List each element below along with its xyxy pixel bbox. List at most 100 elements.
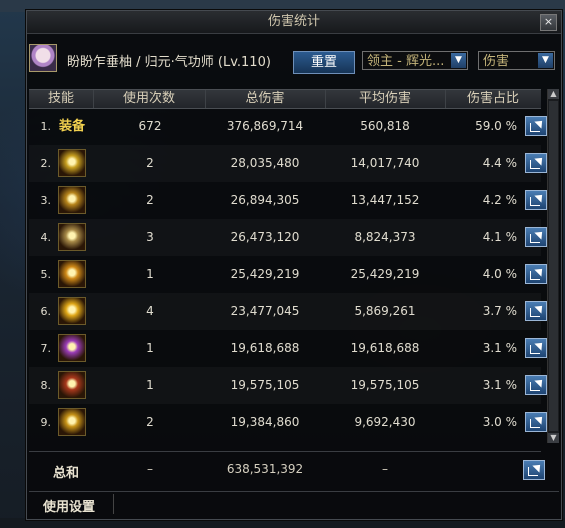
share-icon[interactable] [525, 264, 547, 284]
damage-percent: 4.4 % [482, 156, 517, 170]
table-row[interactable]: 9. 2 19,384,860 9,692,430 3.0 % [29, 404, 547, 441]
scrollbar[interactable]: ▲ ▼ [547, 89, 559, 443]
metric-filter-dropdown[interactable]: 伤害 ▼ [478, 51, 555, 70]
summary-label: 总和 [53, 466, 80, 481]
golden-face-skill-icon [58, 407, 86, 436]
scroll-down-icon[interactable]: ▼ [548, 433, 559, 443]
scroll-thumb[interactable] [549, 101, 558, 431]
window-title-bar[interactable]: 伤害统计 × [27, 11, 561, 34]
average-damage: 8,824,373 [354, 230, 416, 244]
damage-percent: 3.0 % [482, 415, 517, 429]
red-demon-skill-icon [58, 370, 86, 399]
damage-stats-window: 伤害统计 × 盼盼乍垂柚 / 归元·气功师 (Lv.110) 重置 领主 - 辉… [26, 10, 562, 520]
table-row[interactable]: 4. 3 26,473,120 8,824,373 4.1 % [29, 219, 547, 256]
share-icon[interactable] [525, 116, 547, 136]
summary-row: 总和 – 638,531,392 – [29, 451, 545, 489]
share-icon[interactable] [525, 190, 547, 210]
table-row[interactable]: 1. 装备 672 376,869,714 560,818 59.0 % [29, 108, 547, 145]
table-row[interactable]: 8. 1 19,575,105 19,575,105 3.1 % [29, 367, 547, 404]
divider [113, 494, 114, 514]
close-button[interactable]: × [540, 14, 557, 31]
total-damage: 376,869,714 [226, 119, 304, 133]
share-icon[interactable] [525, 227, 547, 247]
skill-label: 装备 [58, 119, 85, 134]
average-damage: 14,017,740 [350, 156, 420, 170]
summary-total-damage: 638,531,392 [226, 462, 304, 476]
use-count: 4 [146, 304, 154, 318]
average-damage: 560,818 [360, 119, 410, 133]
average-damage: 13,447,152 [350, 193, 420, 207]
column-header-pct[interactable]: 伤害占比 [445, 90, 541, 108]
summary-uses: – [147, 462, 153, 476]
table-header: 技能 使用次数 总伤害 平均伤害 伤害占比 [29, 89, 541, 109]
skill-table-body: 1. 装备 672 376,869,714 560,818 59.0 % 2. 2 28,035… [29, 108, 547, 444]
share-icon[interactable] [525, 375, 547, 395]
row-rank: 7. [40, 342, 52, 355]
use-count: 3 [146, 230, 154, 244]
skill-cell [51, 145, 93, 182]
share-icon[interactable] [525, 412, 547, 432]
average-damage: 19,575,105 [350, 378, 420, 392]
damage-percent: 3.1 % [482, 341, 517, 355]
average-damage: 5,869,261 [354, 304, 416, 318]
total-damage: 23,477,045 [230, 304, 300, 318]
row-rank: 2. [40, 157, 52, 170]
average-damage: 9,692,430 [354, 415, 416, 429]
skill-cell [51, 367, 93, 404]
share-icon[interactable] [525, 338, 547, 358]
use-count: 2 [146, 156, 154, 170]
table-row[interactable]: 2. 2 28,035,480 14,017,740 4.4 % [29, 145, 547, 182]
share-icon[interactable] [523, 460, 545, 480]
row-rank: 1. [40, 120, 52, 133]
use-count: 1 [146, 378, 154, 392]
table-row[interactable]: 3. 2 26,894,305 13,447,152 4.2 % [29, 182, 547, 219]
damage-percent: 4.1 % [482, 230, 517, 244]
total-damage: 19,384,860 [230, 415, 300, 429]
use-count: 2 [146, 193, 154, 207]
table-row[interactable]: 6. 4 23,477,045 5,869,261 3.7 % [29, 293, 547, 330]
skill-cell [51, 330, 93, 367]
damage-percent: 3.7 % [482, 304, 517, 318]
skill-name: 装备 [51, 108, 93, 145]
row-rank: 9. [40, 416, 52, 429]
footer: 使用设置 [29, 491, 559, 516]
column-header-total[interactable]: 总伤害 [205, 90, 326, 108]
row-rank: 4. [40, 231, 52, 244]
flame-figure-skill-icon [58, 185, 86, 214]
damage-percent: 3.1 % [482, 378, 517, 392]
skill-cell [51, 404, 93, 441]
row-rank: 5. [40, 268, 52, 281]
metric-filter-value: 伤害 [483, 54, 510, 69]
boss-filter-value: 领主 - 辉光... [367, 54, 445, 69]
character-avatar [29, 44, 57, 72]
table-row[interactable]: 7. 1 19,618,688 19,618,688 3.1 % [29, 330, 547, 367]
share-icon[interactable] [525, 301, 547, 321]
column-header-uses[interactable]: 使用次数 [93, 90, 206, 108]
total-damage: 28,035,480 [230, 156, 300, 170]
settings-label[interactable]: 使用设置 [43, 496, 95, 515]
figure-stance-skill-icon [58, 296, 86, 325]
chevron-down-icon: ▼ [451, 53, 466, 68]
window-title: 伤害统计 [267, 14, 320, 29]
purple-energy-skill-icon [58, 333, 86, 362]
total-damage: 26,894,305 [230, 193, 300, 207]
average-damage: 25,429,219 [350, 267, 420, 281]
scroll-up-icon[interactable]: ▲ [548, 89, 559, 99]
use-count: 672 [138, 119, 162, 133]
use-count: 1 [146, 341, 154, 355]
boss-filter-dropdown[interactable]: 领主 - 辉光... ▼ [362, 51, 468, 70]
share-icon[interactable] [525, 153, 547, 173]
total-damage: 26,473,120 [230, 230, 300, 244]
use-count: 1 [146, 267, 154, 281]
column-header-skill[interactable]: 技能 [29, 90, 94, 108]
row-rank: 3. [40, 194, 52, 207]
chevron-down-icon: ▼ [538, 53, 553, 68]
column-header-avg[interactable]: 平均伤害 [325, 90, 446, 108]
table-row[interactable]: 5. 1 25,429,219 25,429,219 4.0 % [29, 256, 547, 293]
damage-percent: 4.2 % [482, 193, 517, 207]
total-damage: 19,618,688 [230, 341, 300, 355]
skill-cell [51, 256, 93, 293]
reset-button[interactable]: 重置 [293, 51, 355, 74]
total-damage: 19,575,105 [230, 378, 300, 392]
use-count: 2 [146, 415, 154, 429]
